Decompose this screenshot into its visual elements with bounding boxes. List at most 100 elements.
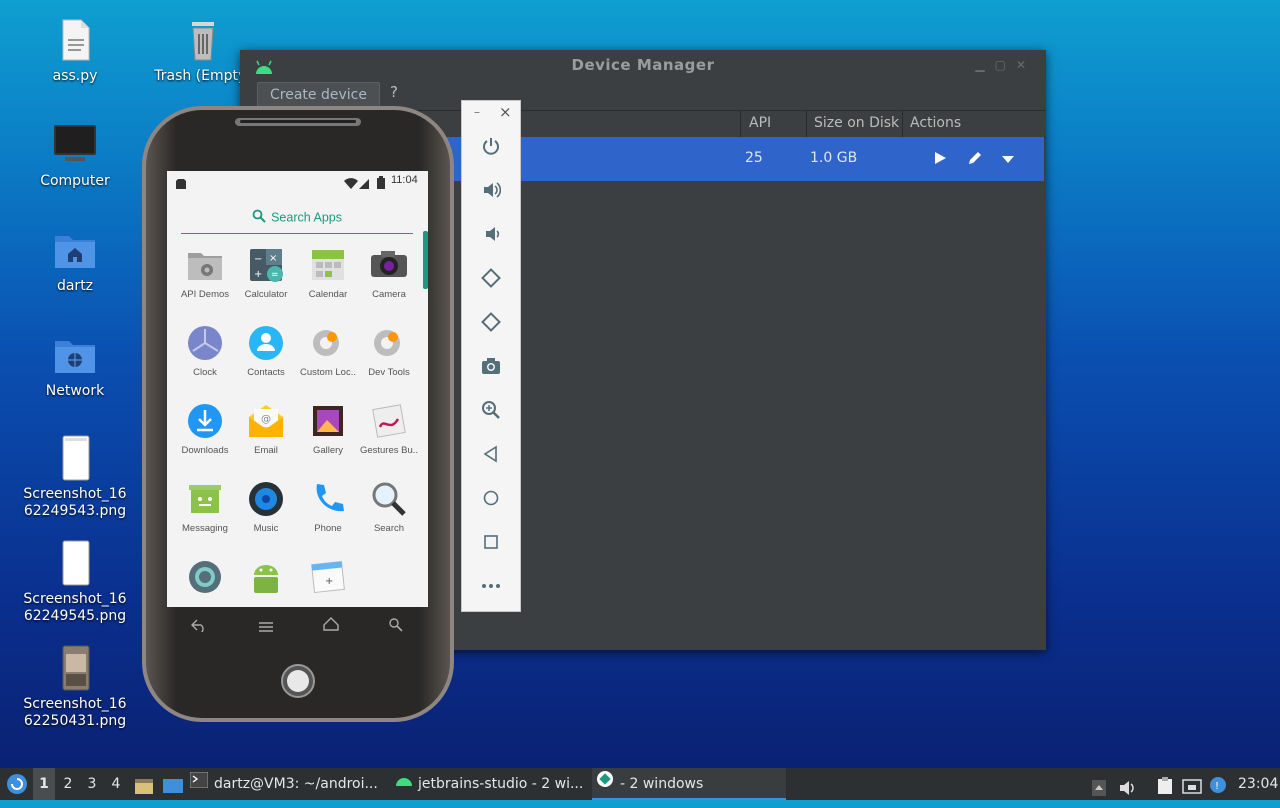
tray-up-arrow-icon[interactable] (1092, 776, 1106, 796)
app-label: Gestures Bu.. (359, 445, 419, 456)
desktop-icon-computer[interactable]: Computer (20, 121, 130, 190)
chevron-down-icon[interactable] (1001, 153, 1015, 169)
clipboard-icon[interactable] (1157, 775, 1173, 794)
app-downloads[interactable]: Downloads (174, 401, 236, 456)
home-folder-icon (51, 226, 99, 274)
rotate-left-icon[interactable] (462, 263, 520, 293)
desktop-icon-network[interactable]: Network (20, 331, 130, 400)
desktop-icon-dartz[interactable]: dartz (20, 226, 130, 295)
column-size[interactable]: Size on Disk (814, 115, 899, 131)
phone-screen[interactable]: 11:04 Search Apps API Demos − × + = Calcula… (167, 171, 428, 607)
app-api-demos[interactable]: API Demos (174, 245, 236, 300)
clock[interactable]: 23:04 (1238, 768, 1278, 800)
app-settings[interactable] (174, 557, 236, 601)
overview-icon[interactable] (462, 527, 520, 557)
workspace-2[interactable]: 2 (57, 768, 79, 800)
app-gestures-builder[interactable]: Gestures Bu.. (358, 401, 420, 456)
app-label: Clock (193, 367, 217, 378)
minimize-button[interactable]: – (474, 105, 480, 119)
edit-pencil-icon[interactable] (967, 150, 983, 170)
music-icon (246, 479, 286, 519)
clock-icon (185, 323, 225, 363)
help-button[interactable]: ? (390, 83, 398, 101)
phone-menu-key-icon[interactable] (258, 618, 274, 637)
app-camera[interactable]: Camera (358, 245, 420, 300)
app-label: Search (373, 523, 405, 534)
desktop-icon-ass-py[interactable]: ass.py (20, 16, 130, 85)
desktop-icon-label: Screenshot_1662249543.png (23, 486, 127, 519)
search-icon (369, 479, 409, 519)
app-messaging[interactable]: Messaging (174, 479, 236, 534)
app-gallery[interactable]: Gallery (297, 401, 359, 456)
desktop-icon-label: Network (45, 383, 105, 399)
task-emulator[interactable]: - 2 windows (592, 768, 786, 800)
task-jetbrains-studio[interactable]: jetbrains-studio - 2 wi... (394, 768, 590, 800)
app-search[interactable]: Search (358, 479, 420, 534)
phone-back-key-icon[interactable] (191, 617, 207, 636)
search-icon (252, 208, 266, 227)
status-time: 11:04 (391, 174, 418, 186)
text-file-icon (51, 16, 99, 64)
home-icon[interactable] (462, 483, 520, 513)
desktop-icon-label: dartz (56, 278, 94, 294)
settings-icon (185, 557, 225, 597)
app-label: Gallery (312, 445, 344, 456)
window-controls[interactable]: ▁▢✕ (975, 50, 1036, 80)
power-icon[interactable] (462, 131, 520, 161)
svg-text:!: ! (1215, 781, 1219, 792)
app-email[interactable]: @ Email (235, 401, 297, 456)
close-button[interactable]: × (499, 103, 512, 121)
phone-search-key-icon[interactable] (389, 617, 403, 636)
workspace-4[interactable]: 4 (105, 768, 127, 800)
emulator-phone: 11:04 Search Apps API Demos − × + = Calcula… (140, 104, 456, 724)
app-music[interactable]: Music (235, 479, 297, 534)
desktop-icon-label: ass.py (52, 68, 98, 84)
app-clock[interactable]: Clock (174, 323, 236, 378)
desktop-icon-screenshot-3[interactable]: Screenshot_1662250431.png (20, 644, 130, 730)
desktop-icon-screenshot-2[interactable]: Screenshot_1662249545.png (20, 539, 130, 625)
task-terminal[interactable]: dartz@VM3: ~/androi... (189, 768, 386, 800)
show-desktop-icon[interactable] (162, 775, 184, 793)
app-label: Phone (314, 523, 342, 534)
file-manager-icon[interactable] (134, 775, 154, 794)
svg-text:=: = (271, 270, 279, 280)
app-calculator[interactable]: − × + = Calculator (235, 245, 297, 300)
workspace-3[interactable]: 3 (81, 768, 103, 800)
column-actions[interactable]: Actions (910, 115, 961, 131)
scroll-indicator[interactable] (423, 231, 428, 289)
volume-icon[interactable] (1119, 776, 1137, 795)
rotate-right-icon[interactable] (462, 307, 520, 337)
back-icon[interactable] (462, 439, 520, 469)
volume-down-icon[interactable] (462, 219, 520, 249)
app-dev-tools[interactable]: Dev Tools (358, 323, 420, 378)
device-manager-titlebar[interactable]: Device Manager ▁▢✕ (240, 50, 1046, 80)
app-widget-preview[interactable]: + (297, 557, 359, 601)
network-folder-icon (51, 331, 99, 379)
workspace-1[interactable]: 1 (33, 768, 55, 800)
desktop-icon-screenshot-1[interactable]: Screenshot_1662249543.png (20, 434, 130, 520)
more-icon[interactable] (462, 571, 520, 601)
network-icon[interactable] (1182, 775, 1202, 794)
update-notifier-icon[interactable]: ! (1209, 774, 1227, 793)
app-label: Calculator (244, 289, 288, 300)
app-label: Downloads (181, 445, 229, 456)
row-api: 25 (745, 150, 763, 166)
wifi-icon (344, 175, 358, 194)
volume-up-icon[interactable] (462, 175, 520, 205)
app-custom-locale[interactable]: Custom Loc.. (297, 323, 359, 378)
app-android[interactable] (235, 557, 297, 601)
task-label: - 2 windows (620, 776, 704, 792)
zoom-icon[interactable] (462, 395, 520, 425)
battery-icon (377, 174, 385, 193)
launch-play-icon[interactable] (933, 151, 947, 169)
gestures-icon (369, 401, 409, 441)
search-apps-bar[interactable]: Search Apps (181, 207, 413, 234)
column-api[interactable]: API (749, 115, 771, 131)
app-contacts[interactable]: Contacts (235, 323, 297, 378)
app-calendar[interactable]: Calendar (297, 245, 359, 300)
app-phone[interactable]: Phone (297, 479, 359, 534)
start-menu-icon[interactable] (6, 773, 28, 795)
email-icon: @ (246, 401, 286, 441)
camera-icon[interactable] (462, 351, 520, 381)
phone-home-key-icon[interactable] (323, 616, 339, 635)
